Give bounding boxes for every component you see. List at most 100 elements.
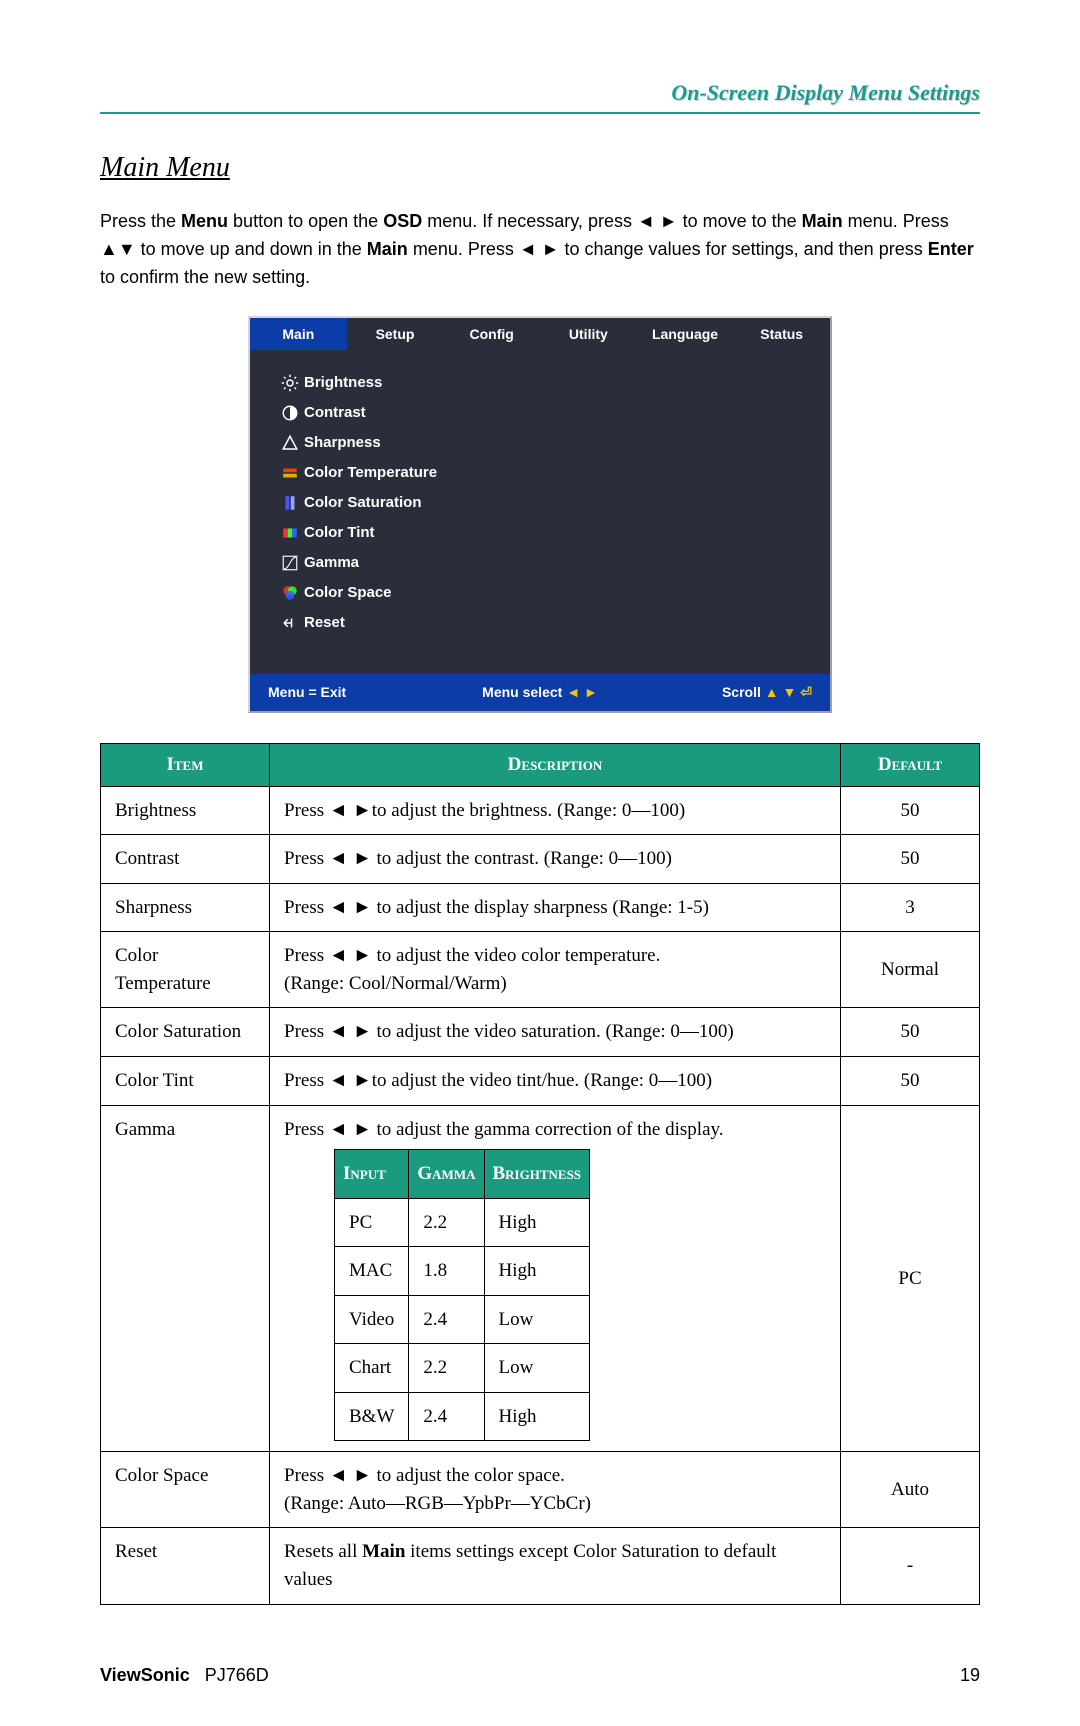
table-row: Sharpness Press ◄ ► to adjust the displa…: [101, 883, 980, 932]
osd-item-label: Color Temperature: [304, 464, 437, 481]
osd-tab-utility[interactable]: Utility: [540, 318, 637, 350]
text: to adjust the video color temperature.: [372, 945, 661, 966]
osd-tab-status[interactable]: Status: [733, 318, 830, 350]
text: Press: [284, 1465, 329, 1486]
contrast-icon: [276, 404, 304, 422]
osd-footer-right: Scroll ▲ ▼ ⏎: [631, 684, 812, 701]
text: Resets all: [284, 1541, 362, 1562]
section-title: Main Menu: [100, 152, 980, 184]
footer-brand-model: ViewSonic PJ766D: [100, 1665, 269, 1686]
osd-tab-setup[interactable]: Setup: [347, 318, 444, 350]
osd-item-colortemp[interactable]: Color Temperature: [276, 458, 804, 488]
osd-tab-config[interactable]: Config: [443, 318, 540, 350]
text: Press: [284, 1119, 329, 1140]
cell-desc: Press ◄ ► to adjust the color space.(Ran…: [270, 1452, 841, 1528]
cell-default: 50: [841, 786, 980, 835]
text: to confirm the new setting.: [100, 267, 310, 287]
gamma-icon: [276, 554, 304, 572]
text: menu. Press ◄ ► to change values for set…: [408, 239, 928, 259]
brightness-icon: [276, 374, 304, 392]
cell-default: Normal: [841, 932, 980, 1008]
osd-footer: Menu = Exit Menu select ◄ ► Scroll ▲ ▼ ⏎: [250, 674, 830, 711]
cell-item: Contrast: [101, 835, 270, 884]
cell-default: 50: [841, 1056, 980, 1105]
settings-table: Item Description Default Brightness Pres…: [100, 743, 980, 1605]
gamma-col-gamma: Gamma: [409, 1150, 484, 1199]
keyword-osd: OSD: [383, 211, 422, 231]
column-header-default: Default: [841, 743, 980, 786]
left-right-arrows-icon: ◄ ►: [329, 1070, 372, 1091]
text: Press: [284, 1070, 329, 1091]
cell-desc: Press ◄ ►to adjust the video tint/hue. (…: [270, 1056, 841, 1105]
osd-tabs: Main Setup Config Utility Language Statu…: [250, 318, 830, 350]
osd-item-tint[interactable]: Color Tint: [276, 518, 804, 548]
cell: High: [484, 1247, 590, 1296]
osd-item-label: Color Tint: [304, 524, 375, 541]
osd-item-label: Color Saturation: [304, 494, 422, 511]
cell-item: Reset: [101, 1528, 270, 1604]
text: Press: [284, 848, 329, 869]
column-header-description: Description: [270, 743, 841, 786]
cell: Video: [335, 1295, 409, 1344]
cell: Chart: [335, 1344, 409, 1393]
text: (Range: Auto—RGB—YpbPr—YCbCr): [284, 1493, 591, 1514]
osd-item-label: Color Space: [304, 584, 392, 601]
osd-item-contrast[interactable]: Contrast: [276, 398, 804, 428]
cell-item: Sharpness: [101, 883, 270, 932]
table-row: Brightness Press ◄ ►to adjust the bright…: [101, 786, 980, 835]
gamma-col-brightness: Brightness: [484, 1150, 590, 1199]
osd-tab-main[interactable]: Main: [250, 318, 347, 350]
column-header-item: Item: [101, 743, 270, 786]
color-saturation-icon: [276, 494, 304, 512]
cell-default: Auto: [841, 1452, 980, 1528]
page-number: 19: [960, 1665, 980, 1686]
text: to adjust the contrast. (Range: 0—100): [372, 848, 672, 869]
cell-item: Brightness: [101, 786, 270, 835]
gamma-col-input: Input: [335, 1150, 409, 1199]
cell: 2.4: [409, 1295, 484, 1344]
cell: 2.2: [409, 1344, 484, 1393]
cell: Low: [484, 1344, 590, 1393]
osd-item-saturation[interactable]: Color Saturation: [276, 488, 804, 518]
text: to adjust the video saturation. (Range: …: [372, 1021, 734, 1042]
text: Press: [284, 1021, 329, 1042]
table-row-gamma: Gamma Press ◄ ► to adjust the gamma corr…: [101, 1105, 980, 1452]
osd-item-gamma[interactable]: Gamma: [276, 548, 804, 578]
cell-desc: Press ◄ ► to adjust the gamma correction…: [270, 1105, 841, 1452]
left-right-arrows-icon: ◄ ►: [329, 800, 372, 821]
table-row: Contrast Press ◄ ► to adjust the contras…: [101, 835, 980, 884]
table-row: Color Tint Press ◄ ►to adjust the video …: [101, 1056, 980, 1105]
keyword-menu: Menu: [181, 211, 228, 231]
model-name: PJ766D: [205, 1665, 269, 1685]
osd-item-sharpness[interactable]: Sharpness: [276, 428, 804, 458]
text: Press the: [100, 211, 181, 231]
osd-item-label: Contrast: [304, 404, 366, 421]
osd-item-colorspace[interactable]: Color Space: [276, 578, 804, 608]
cell-default: 50: [841, 1008, 980, 1057]
text: button to open the: [228, 211, 383, 231]
keyword-main: Main: [802, 211, 843, 231]
cell-desc: Press ◄ ►to adjust the brightness. (Rang…: [270, 786, 841, 835]
gamma-sub-table: Input Gamma Brightness PC2.2High MAC1.8H…: [334, 1149, 826, 1441]
osd-item-reset[interactable]: Reset: [276, 608, 804, 638]
osd-item-brightness[interactable]: Brightness: [276, 368, 804, 398]
cell: 2.4: [409, 1392, 484, 1441]
cell-desc: Press ◄ ► to adjust the contrast. (Range…: [270, 835, 841, 884]
table-row: Color Temperature Press ◄ ► to adjust th…: [101, 932, 980, 1008]
cell-default: 50: [841, 835, 980, 884]
left-right-arrows-icon: ◄ ►: [329, 848, 372, 869]
intro-paragraph: Press the Menu button to open the OSD me…: [100, 208, 980, 292]
osd-tab-language[interactable]: Language: [637, 318, 734, 350]
cell-item: Color Temperature: [101, 932, 270, 1008]
cell: 1.8: [409, 1247, 484, 1296]
color-temperature-icon: [276, 464, 304, 482]
osd-item-label: Brightness: [304, 374, 382, 391]
page-header: On-Screen Display Menu Settings: [100, 80, 980, 114]
page-footer: ViewSonic PJ766D 19: [100, 1665, 980, 1686]
osd-footer-center: Menu select ◄ ►: [449, 684, 630, 700]
cell-default: PC: [841, 1105, 980, 1452]
osd-footer-left: Menu = Exit: [268, 684, 449, 700]
cell-item: Color Saturation: [101, 1008, 270, 1057]
osd-item-label: Sharpness: [304, 434, 381, 451]
osd-item-label: Gamma: [304, 554, 359, 571]
